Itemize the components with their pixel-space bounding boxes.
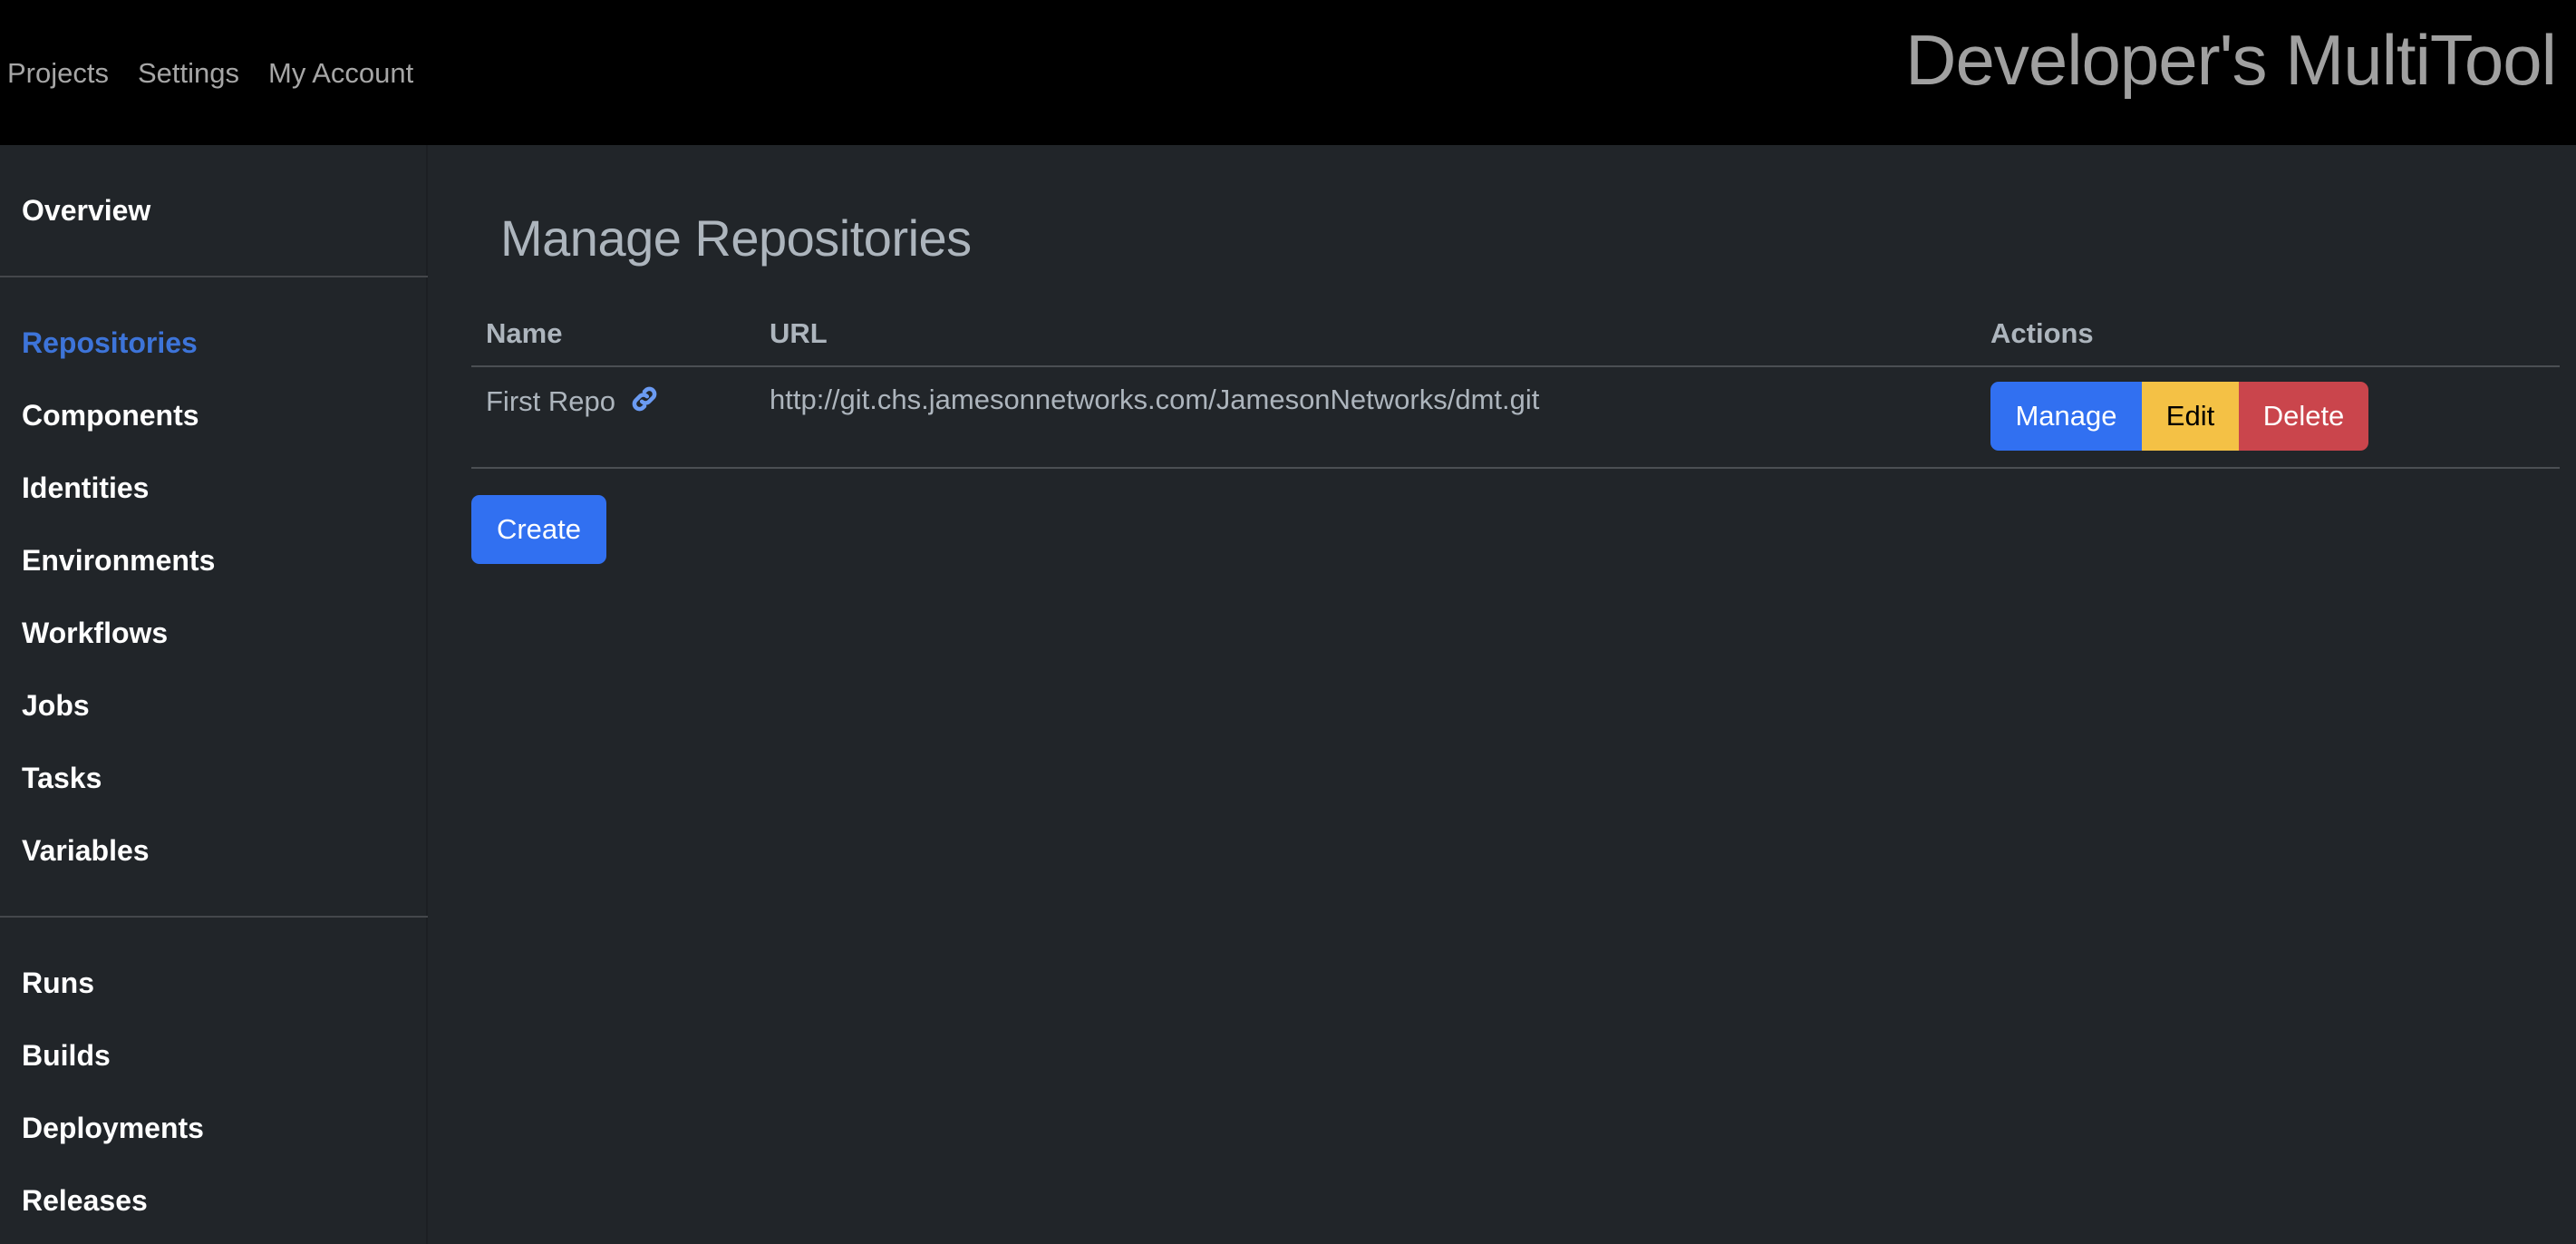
sidebar-group-execution: Runs Builds Deployments Releases	[0, 918, 426, 1237]
table-header-row: Name URL Actions	[471, 301, 2560, 367]
app-brand-title: Developer's MultiTool	[1905, 20, 2557, 100]
create-button[interactable]: Create	[471, 495, 606, 564]
sidebar-item-identities[interactable]: Identities	[0, 452, 426, 524]
repo-actions-cell: Manage Edit Delete	[1976, 366, 2560, 469]
sidebar-item-releases[interactable]: Releases	[0, 1164, 426, 1237]
sidebar-group-config: Repositories Components Identities Envir…	[0, 277, 426, 916]
repo-name: First Repo	[486, 385, 615, 417]
table-row: First Repo http://git.chs.jamesonnetwork…	[471, 366, 2560, 469]
top-navbar: Projects Settings My Account Developer's…	[0, 0, 2576, 145]
edit-button[interactable]: Edit	[2142, 382, 2239, 451]
sidebar-item-components[interactable]: Components	[0, 379, 426, 452]
repositories-table: Name URL Actions First Repo http://git.c…	[471, 301, 2560, 469]
sidebar-item-builds[interactable]: Builds	[0, 1019, 426, 1092]
sidebar-item-repositories[interactable]: Repositories	[0, 306, 426, 379]
link-icon[interactable]	[629, 384, 660, 422]
page-title: Manage Repositories	[500, 209, 972, 267]
sidebar-item-jobs[interactable]: Jobs	[0, 669, 426, 742]
nav-link-projects[interactable]: Projects	[7, 59, 109, 87]
sidebar-item-tasks[interactable]: Tasks	[0, 742, 426, 814]
actions-button-group: Manage Edit Delete	[1990, 382, 2368, 451]
sidebar-item-variables[interactable]: Variables	[0, 814, 426, 887]
column-header-url: URL	[755, 301, 1976, 367]
main-content: Manage Repositories Name URL Actions Fir…	[430, 145, 2576, 1244]
column-header-actions: Actions	[1976, 301, 2560, 367]
sidebar-item-overview[interactable]: Overview	[0, 174, 426, 247]
sidebar-item-runs[interactable]: Runs	[0, 947, 426, 1019]
nav-link-my-account[interactable]: My Account	[268, 59, 413, 87]
sidebar-item-deployments[interactable]: Deployments	[0, 1092, 426, 1164]
nav-link-settings[interactable]: Settings	[138, 59, 239, 87]
sidebar: Overview Repositories Components Identit…	[0, 145, 428, 1244]
sidebar-group-overview: Overview	[0, 145, 426, 247]
repo-name-cell: First Repo	[471, 366, 755, 469]
sidebar-item-workflows[interactable]: Workflows	[0, 597, 426, 669]
column-header-name: Name	[471, 301, 755, 367]
repo-url: http://git.chs.jamesonnetworks.com/James…	[755, 366, 1976, 469]
sidebar-item-environments[interactable]: Environments	[0, 524, 426, 597]
delete-button[interactable]: Delete	[2239, 382, 2368, 451]
top-nav: Projects Settings My Account	[0, 59, 442, 87]
manage-button[interactable]: Manage	[1990, 382, 2142, 451]
